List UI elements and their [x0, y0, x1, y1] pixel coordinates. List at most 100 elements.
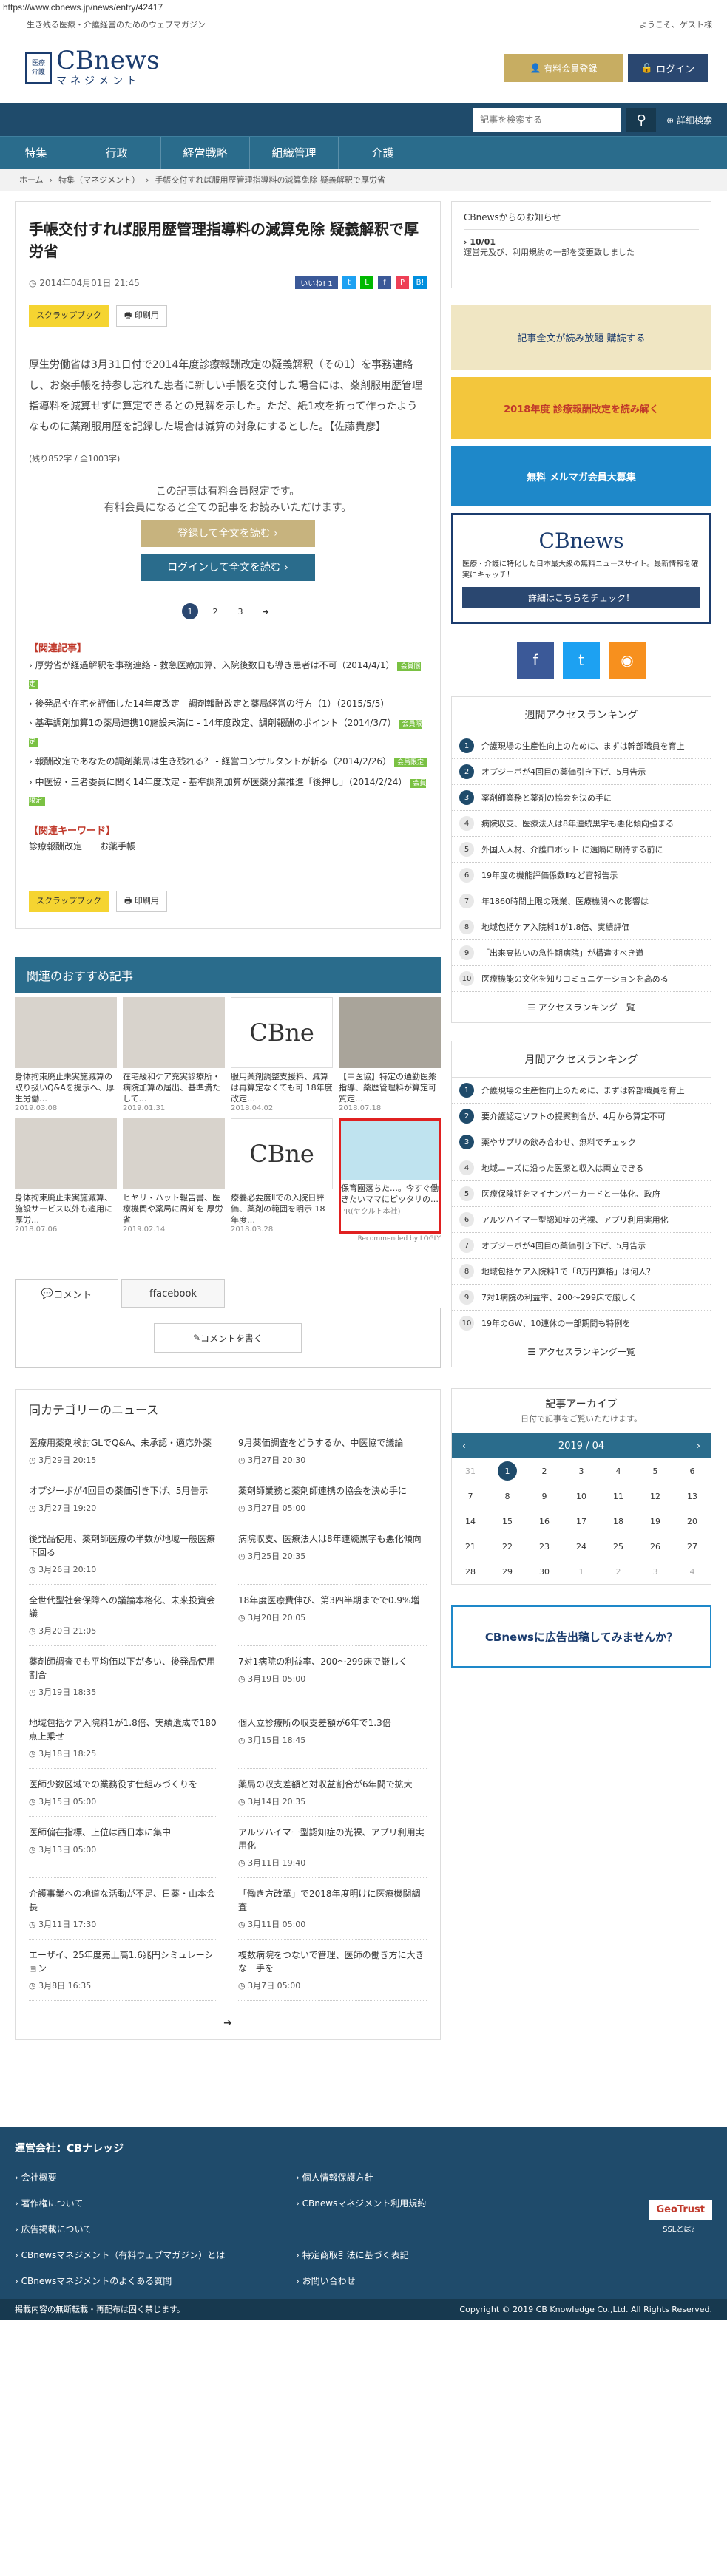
- news-item[interactable]: 医師偏在指標、上位は西日本に集中 ◷ 3月13日 05:00: [29, 1817, 217, 1878]
- nav-item-care[interactable]: 介護: [339, 137, 427, 169]
- monthly-ranking-more[interactable]: ☰ アクセスランキング一覧: [452, 1336, 711, 1367]
- related-item[interactable]: › 厚労省が経過解釈を事務連絡 - 救急医療加算、入院後数日も導き患者は不可（2…: [29, 657, 427, 693]
- footer-link[interactable]: › 個人情報保護方針: [296, 2164, 577, 2190]
- ranking-item[interactable]: 9 「出来高払いの急性期病院」が構造すべき道: [452, 940, 711, 966]
- footer-link[interactable]: › CBnewsマネジメント利用規約: [296, 2190, 577, 2216]
- calendar-day[interactable]: 17: [563, 1509, 600, 1534]
- news-item[interactable]: 個人立診療所の収支差額が6年で1.3倍 ◷ 3月15日 18:45: [238, 1707, 427, 1769]
- ranking-item[interactable]: 9 7対1病院の利益率、200～299床で厳しく: [452, 1285, 711, 1311]
- ranking-item[interactable]: 4 地域ニーズに沿った医療と収入は両立できる: [452, 1155, 711, 1181]
- news-item[interactable]: 薬剤師業務と薬剤師連携の協会を決め手に ◷ 3月27日 05:00: [238, 1475, 427, 1523]
- related-item[interactable]: › 中医協・三者委員に聞く14年度改定 - 基準調剤加算が医薬分業推進「後押し」…: [29, 774, 427, 809]
- revision-banner[interactable]: 2018年度 診療報酬改定を読み解く: [451, 377, 711, 439]
- calendar-day[interactable]: 24: [563, 1534, 600, 1559]
- news-item[interactable]: 介護事業への地道な活動が不足、日薬・山本会長 ◷ 3月11日 17:30: [29, 1878, 217, 1940]
- calendar-day[interactable]: 21: [452, 1534, 489, 1559]
- footer-link[interactable]: › 特定商取引法に基づく表記: [296, 2242, 577, 2268]
- page-1[interactable]: 1: [182, 603, 198, 619]
- ranking-item[interactable]: 2 オプジーボが4回目の薬価引き下げ、5月告示: [452, 759, 711, 785]
- prev-month-icon[interactable]: ‹: [462, 1441, 466, 1452]
- calendar-day[interactable]: 13: [674, 1484, 711, 1509]
- breadcrumb-category[interactable]: 特集（マネジメント）: [58, 174, 140, 186]
- page-3[interactable]: 3: [232, 603, 248, 619]
- news-item[interactable]: 医療用薬剤検討GLでQ&A、未承認・適応外薬 ◷ 3月29日 20:15: [29, 1427, 217, 1475]
- ranking-item[interactable]: 6 アルツハイマー型認知症の光裸、アプリ利用実用化: [452, 1207, 711, 1233]
- recommend-card[interactable]: CBne 療養必要度Ⅱでの入院日評価、薬剤の範囲を明示 18年度… 2018.03.…: [231, 1118, 333, 1234]
- search-input[interactable]: [473, 108, 621, 132]
- rss-icon[interactable]: ◉: [609, 642, 646, 679]
- twitter-share-icon[interactable]: t: [342, 276, 356, 289]
- calendar-day[interactable]: 30: [526, 1559, 563, 1584]
- scrapbook-button[interactable]: スクラップブック: [29, 305, 109, 327]
- twitter-icon[interactable]: t: [563, 642, 600, 679]
- calendar-day[interactable]: 27: [674, 1534, 711, 1559]
- calendar-day[interactable]: 1: [489, 1458, 526, 1484]
- calendar-day[interactable]: 3: [637, 1559, 674, 1584]
- news-item[interactable]: エーザイ、25年度売上高1.6兆円シミュレーション ◷ 3月8日 16:35: [29, 1940, 217, 2001]
- calendar-day[interactable]: 4: [600, 1458, 637, 1484]
- tab-facebook[interactable]: f facebook: [121, 1279, 225, 1308]
- ranking-item[interactable]: 5 外国人人材、介護ロボット に遠隔に期待する前に: [452, 837, 711, 863]
- recommend-card[interactable]: 【中医協】特定の通勤医薬指導、薬歴管理料が算定可 質定… 2018.07.18: [339, 997, 441, 1112]
- calendar-day[interactable]: 2: [600, 1559, 637, 1584]
- search-button[interactable]: ⚲: [626, 108, 657, 132]
- news-item[interactable]: 薬局の収支差額と対収益割合が6年間で拡大 ◷ 3月14日 20:35: [238, 1769, 427, 1817]
- scrapbook-button-bottom[interactable]: スクラップブック: [29, 891, 109, 912]
- facebook-icon[interactable]: f: [517, 642, 554, 679]
- recommend-card[interactable]: 在宅緩和ケア充実診療所・病院加算の届出、基準満たして… 2019.01.31: [123, 997, 225, 1112]
- ranking-item[interactable]: 10 19年のGW、10連休の一部期間も特例を: [452, 1311, 711, 1336]
- news-item[interactable]: 医師少数区域での業務役す仕組みづくりを ◷ 3月15日 05:00: [29, 1769, 217, 1817]
- footer-link[interactable]: › 広告掲載について: [15, 2216, 296, 2242]
- weekly-ranking-more[interactable]: ☰ アクセスランキング一覧: [452, 992, 711, 1022]
- geotrust-seal[interactable]: GeoTrust: [649, 2200, 712, 2220]
- news-item[interactable]: 地域包括ケア入院料1が1.8倍、実績遺成で180点上乗せ ◷ 3月18日 18:2…: [29, 1707, 217, 1769]
- pocket-share-icon[interactable]: P: [396, 276, 409, 289]
- browser-url-bar[interactable]: https://www.cbnews.jp/news/entry/42417: [0, 0, 727, 16]
- ranking-item[interactable]: 7 年1860時間上限の残業、医療機関への影響は: [452, 888, 711, 914]
- login-read-button[interactable]: ログインして全文を読む ›: [141, 554, 315, 581]
- footer-link[interactable]: › 会社概要: [15, 2164, 296, 2190]
- ranking-item[interactable]: 8 地域包括ケア入院料1が1.8倍、実績評価: [452, 914, 711, 940]
- ad-banner[interactable]: CBnewsに広告出稿してみませんか？: [451, 1605, 711, 1668]
- line-share-icon[interactable]: L: [360, 276, 373, 289]
- facebook-share-icon[interactable]: f: [378, 276, 391, 289]
- news-item[interactable]: 全世代型社会保障への議論本格化、未来投資会議 ◷ 3月20日 21:05: [29, 1585, 217, 1646]
- ranking-item[interactable]: 2 要介護認定ソフトの提案割合が、4月から算定不可: [452, 1104, 711, 1129]
- recommend-ad-card[interactable]: 保育園落ちた…。今すぐ働きたいママにピッタリの… PR(ヤクルト本社): [339, 1118, 441, 1234]
- subscribe-banner[interactable]: 記事全文が読み放題 購読する: [451, 305, 711, 370]
- calendar-day[interactable]: 26: [637, 1534, 674, 1559]
- calendar-day[interactable]: 4: [674, 1559, 711, 1584]
- calendar-day[interactable]: 12: [637, 1484, 674, 1509]
- print-button-bottom[interactable]: 🖶 印刷用: [116, 891, 167, 912]
- calendar-day[interactable]: 31: [452, 1458, 489, 1484]
- nav-item-organization[interactable]: 組織管理: [250, 137, 339, 169]
- nav-item-strategy[interactable]: 経営戦略: [161, 137, 250, 169]
- calendar-day[interactable]: 7: [452, 1484, 489, 1509]
- calendar-day[interactable]: 28: [452, 1559, 489, 1584]
- calendar-day[interactable]: 19: [637, 1509, 674, 1534]
- keyword-link[interactable]: 診療報酬改定: [29, 840, 82, 852]
- recommend-card[interactable]: ヒヤリ・ハット報告書、医療機関や薬局に周知を 厚労省 2019.02.14: [123, 1118, 225, 1234]
- news-item[interactable]: 病院収支、医療法人は8年連続黒字も悪化傾向 ◷ 3月25日 20:35: [238, 1523, 427, 1585]
- calendar-day[interactable]: 3: [563, 1458, 600, 1484]
- calendar-day[interactable]: 15: [489, 1509, 526, 1534]
- news-item[interactable]: 後発品使用、薬剤師医療の半数が地域一般医療下回る ◷ 3月26日 20:10: [29, 1523, 217, 1585]
- login-button[interactable]: 🔒 ログイン: [628, 54, 708, 82]
- calendar-day[interactable]: 11: [600, 1484, 637, 1509]
- facebook-like-button[interactable]: いいね! 1: [295, 276, 338, 289]
- news-item[interactable]: 複数病院をつないで管理、医師の働き方に大きな一手を ◷ 3月7日 05:00: [238, 1940, 427, 2001]
- tab-comment[interactable]: 💬 コメント: [15, 1279, 118, 1308]
- ranking-item[interactable]: 7 オプジーボが4回目の薬価引き下げ、5月告示: [452, 1233, 711, 1259]
- calendar-day[interactable]: 16: [526, 1509, 563, 1534]
- calendar-day[interactable]: 1: [563, 1559, 600, 1584]
- footer-link[interactable]: › CBnewsマネジメント（有料ウェブマガジン）とは: [15, 2242, 296, 2268]
- ranking-item[interactable]: 6 19年度の機能評価係数Ⅱなど官報告示: [452, 863, 711, 888]
- footer-link[interactable]: › お問い合わせ: [296, 2268, 577, 2294]
- footer-link[interactable]: › 著作権について: [15, 2190, 296, 2216]
- register-read-button[interactable]: 登録して全文を読む ›: [141, 520, 315, 547]
- recommend-card[interactable]: 身体拘束廃止未実施減算の取り扱いQ&Aを提示へ、厚生労働… 2019.03.08: [15, 997, 117, 1112]
- related-item[interactable]: › 基準調剤加算1の薬局連携10施設未満に - 14年度改定、調剤報酬のポイント…: [29, 715, 427, 750]
- calendar-day[interactable]: 9: [526, 1484, 563, 1509]
- news-item[interactable]: 9月薬価調査をどうするか、中医協で議論 ◷ 3月27日 20:30: [238, 1427, 427, 1475]
- calendar-day[interactable]: 6: [674, 1458, 711, 1484]
